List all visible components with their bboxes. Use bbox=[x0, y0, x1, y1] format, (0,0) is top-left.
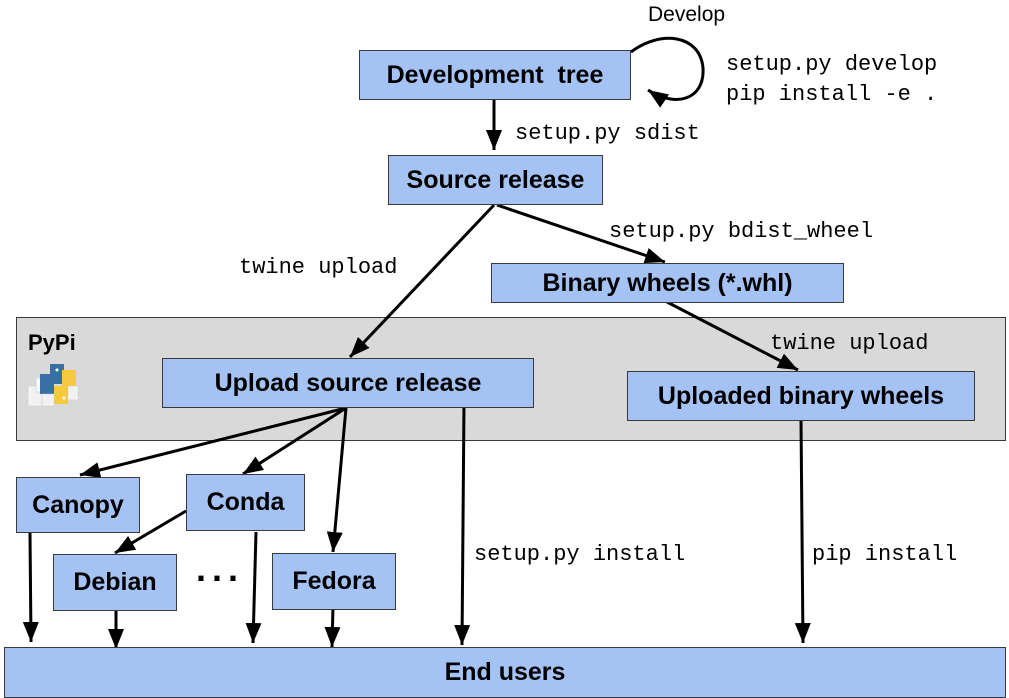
label-twine-upload-source: twine upload bbox=[239, 255, 398, 280]
more-distributions-ellipsis: ... bbox=[196, 548, 245, 589]
pypi-logo-icon bbox=[26, 360, 84, 408]
edge-fedora-to-endusers bbox=[324, 605, 341, 648]
edge-develop-loop bbox=[630, 36, 705, 108]
node-conda: Conda bbox=[186, 474, 305, 531]
label-twine-upload-wheels: twine upload bbox=[770, 331, 929, 356]
label-bdist-wheel: setup.py bdist_wheel bbox=[609, 219, 874, 244]
node-debian: Debian bbox=[53, 554, 177, 611]
label-setup-sdist: setup.py sdist bbox=[515, 121, 700, 146]
node-source-release: Source release bbox=[388, 155, 603, 205]
node-binary-wheels: Binary wheels (*.whl) bbox=[491, 263, 844, 303]
packaging-diagram: PyPi Development tree Source release Bin… bbox=[0, 0, 1009, 698]
edge-canopy-to-endusers bbox=[22, 532, 39, 643]
edge-conda-to-endusers bbox=[245, 531, 262, 644]
edge-uploaded-to-endusers bbox=[794, 419, 811, 644]
label-setup-develop: setup.py develop bbox=[726, 52, 938, 77]
label-pip-install-e: pip install -e . bbox=[726, 82, 938, 107]
label-setup-install: setup.py install bbox=[474, 542, 686, 567]
label-pip-install: pip install bbox=[812, 542, 958, 567]
node-upload-source-release: Upload source release bbox=[162, 358, 534, 408]
node-end-users: End users bbox=[4, 647, 1006, 698]
node-canopy: Canopy bbox=[16, 477, 140, 533]
node-fedora: Fedora bbox=[272, 553, 396, 610]
node-development-tree: Development tree bbox=[359, 50, 631, 100]
node-uploaded-binary-wheels: Uploaded binary wheels bbox=[627, 371, 975, 421]
pypi-group-label: PyPi bbox=[28, 330, 76, 355]
label-develop: Develop bbox=[648, 3, 726, 26]
